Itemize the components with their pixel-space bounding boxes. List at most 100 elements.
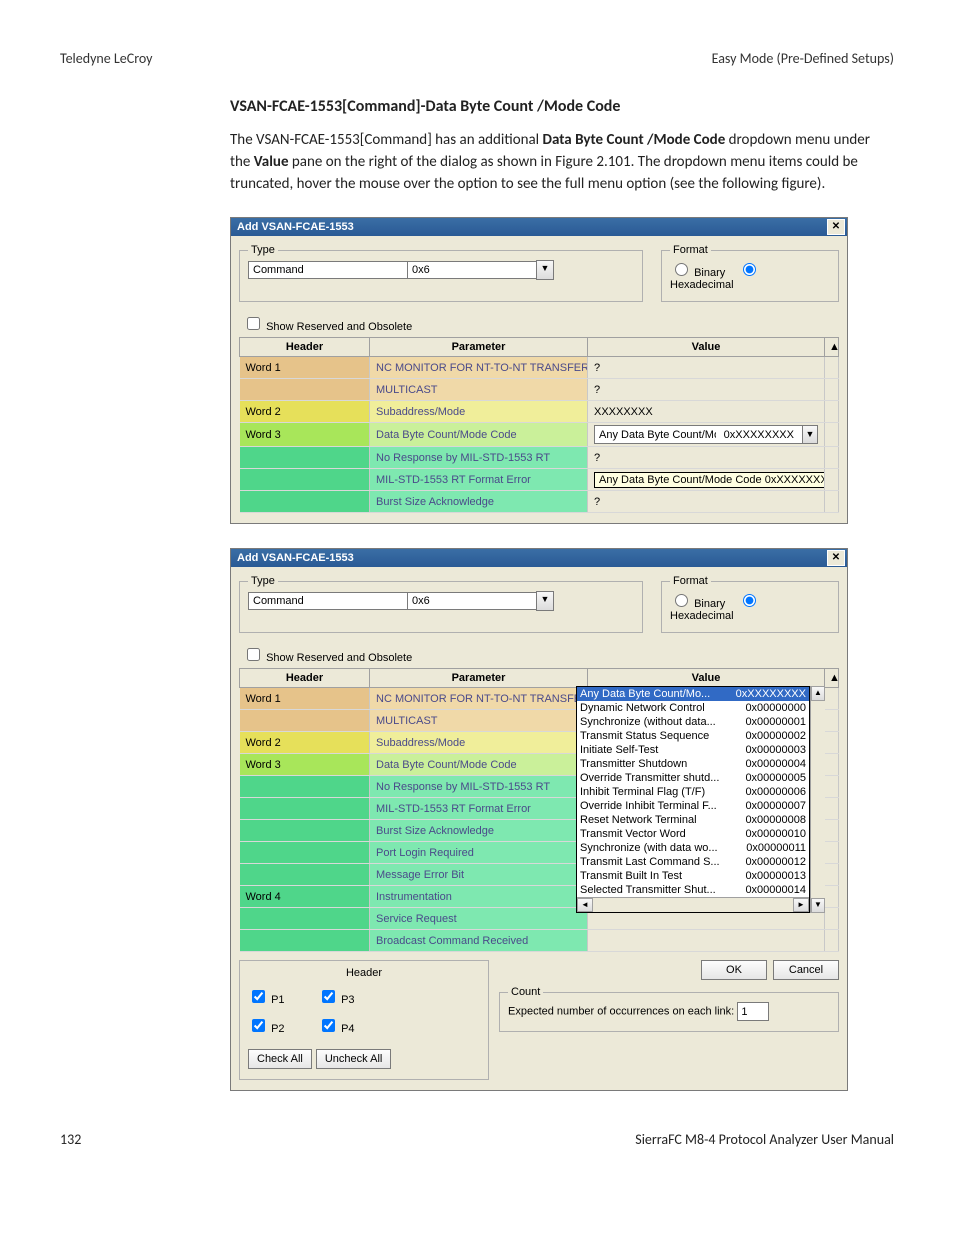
dropdown-option-code: 0x00000002: [745, 729, 806, 743]
dropdown-option[interactable]: Override Inhibit Terminal F...0x00000007: [577, 799, 809, 813]
scrollbar-track[interactable]: [825, 401, 839, 423]
dropdown-option[interactable]: Any Data Byte Count/Mo...0xXXXXXXXX: [577, 687, 809, 701]
chevron-down-icon[interactable]: ▼: [536, 260, 554, 280]
dropdown-option[interactable]: Transmit Vector Word0x00000010: [577, 827, 809, 841]
scrollbar-track[interactable]: [825, 820, 839, 842]
header-cell: Word 1: [240, 357, 370, 379]
chevron-down-icon[interactable]: ▼: [536, 591, 554, 611]
scroll-up-icon[interactable]: ▲: [825, 669, 839, 688]
header-right: Easy Mode (Pre-Defined Setups): [712, 50, 894, 67]
mode-code-dropdown-list[interactable]: Any Data Byte Count/Mo...0xXXXXXXXXDynam…: [576, 686, 825, 913]
table-row[interactable]: Word 2Subaddress/ModeXXXXXXXX: [240, 401, 839, 423]
show-reserved-checkbox[interactable]: Show Reserved and Obsolete: [243, 652, 412, 664]
value-cell[interactable]: ?: [588, 379, 825, 401]
value-cell[interactable]: [588, 930, 825, 952]
page-header: Teledyne LeCroy Easy Mode (Pre-Defined S…: [60, 50, 894, 67]
p1-checkbox[interactable]: P1: [248, 987, 318, 1006]
scrollbar-track[interactable]: [825, 357, 839, 379]
table-row[interactable]: Broadcast Command Received: [240, 930, 839, 952]
check-all-button[interactable]: Check All: [248, 1049, 312, 1069]
dropdown-option[interactable]: Selected Transmitter Shut...0x00000014: [577, 883, 809, 897]
format-binary-radio[interactable]: Binary: [670, 598, 725, 610]
show-reserved-checkbox[interactable]: Show Reserved and Obsolete: [243, 321, 412, 333]
table-row[interactable]: Word 3Data Byte Count/Mode Code Any Data …: [240, 423, 839, 447]
scrollbar-track[interactable]: [825, 379, 839, 401]
scrollbar-track[interactable]: [825, 491, 839, 513]
dropdown-option-label: Initiate Self-Test: [580, 743, 745, 757]
scrollbar-track[interactable]: [825, 842, 839, 864]
cancel-button[interactable]: Cancel: [773, 960, 839, 980]
table-row[interactable]: Word 1NC MONITOR FOR NT-TO-NT TRANSFERS?: [240, 357, 839, 379]
value-cell[interactable]: ?: [588, 491, 825, 513]
uncheck-all-button[interactable]: Uncheck All: [316, 1049, 391, 1069]
scrollbar-track[interactable]: [825, 776, 839, 798]
dropdown-option[interactable]: Inhibit Terminal Flag (T/F)0x00000006: [577, 785, 809, 799]
dropdown-option-code: 0x00000004: [745, 757, 806, 771]
scroll-down-icon[interactable]: ▼: [811, 898, 825, 913]
p2-checkbox[interactable]: P2: [248, 1016, 318, 1035]
format-binary-radio[interactable]: Binary: [670, 267, 725, 279]
dropdown-option[interactable]: Initiate Self-Test0x00000003: [577, 743, 809, 757]
dropdown-option-label: Transmit Built In Test: [580, 869, 745, 883]
scrollbar-track[interactable]: [825, 930, 839, 952]
dropdown-option[interactable]: Dynamic Network Control0x00000000: [577, 701, 809, 715]
value-cell[interactable]: Any Data Byte Count/Mode Code 0xXXXXXXXX: [588, 469, 825, 491]
parameter-cell: MULTICAST: [370, 379, 588, 401]
dropdown-option-code: 0x00000001: [745, 715, 806, 729]
count-legend: Count: [508, 986, 543, 998]
scroll-right-icon[interactable]: ►: [793, 898, 809, 912]
parameter-cell: Data Byte Count/Mode Code: [370, 423, 588, 447]
value-cell[interactable]: ?: [588, 357, 825, 379]
scrollbar-track[interactable]: [825, 688, 839, 710]
header-left: Teledyne LeCroy: [60, 50, 153, 67]
table-row[interactable]: Burst Size Acknowledge?: [240, 491, 839, 513]
table-row[interactable]: No Response by MIL-STD-1553 RT?: [240, 447, 839, 469]
scrollbar-track[interactable]: [825, 732, 839, 754]
count-input[interactable]: [737, 1002, 769, 1021]
scrollbar-track[interactable]: [825, 447, 839, 469]
dropdown-option[interactable]: Transmitter Shutdown0x00000004: [577, 757, 809, 771]
scrollbar-track[interactable]: [825, 798, 839, 820]
parameter-cell: Burst Size Acknowledge: [370, 820, 588, 842]
value-cell[interactable]: XXXXXXXX: [588, 401, 825, 423]
scrollbar-track[interactable]: [825, 908, 839, 930]
close-icon[interactable]: ✕: [827, 219, 845, 235]
scrollbar-track[interactable]: [825, 469, 839, 491]
type-hex-input[interactable]: [407, 261, 537, 279]
close-icon[interactable]: ✕: [827, 550, 845, 566]
dropdown-option-label: Selected Transmitter Shut...: [580, 883, 745, 897]
scrollbar-track[interactable]: [825, 886, 839, 908]
dropdown-option[interactable]: Reset Network Terminal0x00000008: [577, 813, 809, 827]
p4-checkbox[interactable]: P4: [318, 1016, 388, 1035]
value-cell[interactable]: ?: [588, 447, 825, 469]
dropdown-option[interactable]: Transmit Status Sequence0x00000002: [577, 729, 809, 743]
scrollbar-track[interactable]: [825, 710, 839, 732]
p3-checkbox[interactable]: P3: [318, 987, 388, 1006]
dropdown-option[interactable]: Transmit Built In Test0x00000013: [577, 869, 809, 883]
chevron-down-icon[interactable]: ▼: [802, 426, 817, 443]
dropdown-option[interactable]: Transmit Last Command S...0x00000012: [577, 855, 809, 869]
ok-button[interactable]: OK: [701, 960, 767, 980]
type-command-input[interactable]: [248, 592, 408, 610]
dropdown-option-code: 0x00000012: [745, 855, 806, 869]
scroll-up-icon[interactable]: ▲: [811, 686, 825, 701]
header-cell: Word 3: [240, 423, 370, 447]
dropdown-option[interactable]: Synchronize (with data wo...0x00000011: [577, 841, 809, 855]
type-hex-input[interactable]: [407, 592, 537, 610]
mode-code-dropdown[interactable]: Any Data Byte Count/Mo...0xXXXXXXXX▼: [594, 425, 818, 444]
scroll-left-icon[interactable]: ◄: [577, 898, 593, 912]
dropdown-option[interactable]: Override Transmitter shutd...0x00000005: [577, 771, 809, 785]
scrollbar-track[interactable]: [593, 898, 793, 912]
table-row[interactable]: MIL-STD-1553 RT Format ErrorAny Data Byt…: [240, 469, 839, 491]
header-cell: [240, 820, 370, 842]
value-cell[interactable]: Any Data Byte Count/Mo...0xXXXXXXXX▼: [588, 423, 825, 447]
scrollbar-track[interactable]: [825, 754, 839, 776]
dropdown-option[interactable]: Synchronize (without data...0x00000001: [577, 715, 809, 729]
table-row[interactable]: MULTICAST?: [240, 379, 839, 401]
scrollbar-track[interactable]: [825, 423, 839, 447]
scroll-up-icon[interactable]: ▲: [825, 338, 839, 357]
header-cell: Word 2: [240, 401, 370, 423]
scrollbar-track[interactable]: [825, 864, 839, 886]
dropdown-option-code: 0x00000007: [745, 799, 806, 813]
type-command-input[interactable]: [248, 261, 408, 279]
